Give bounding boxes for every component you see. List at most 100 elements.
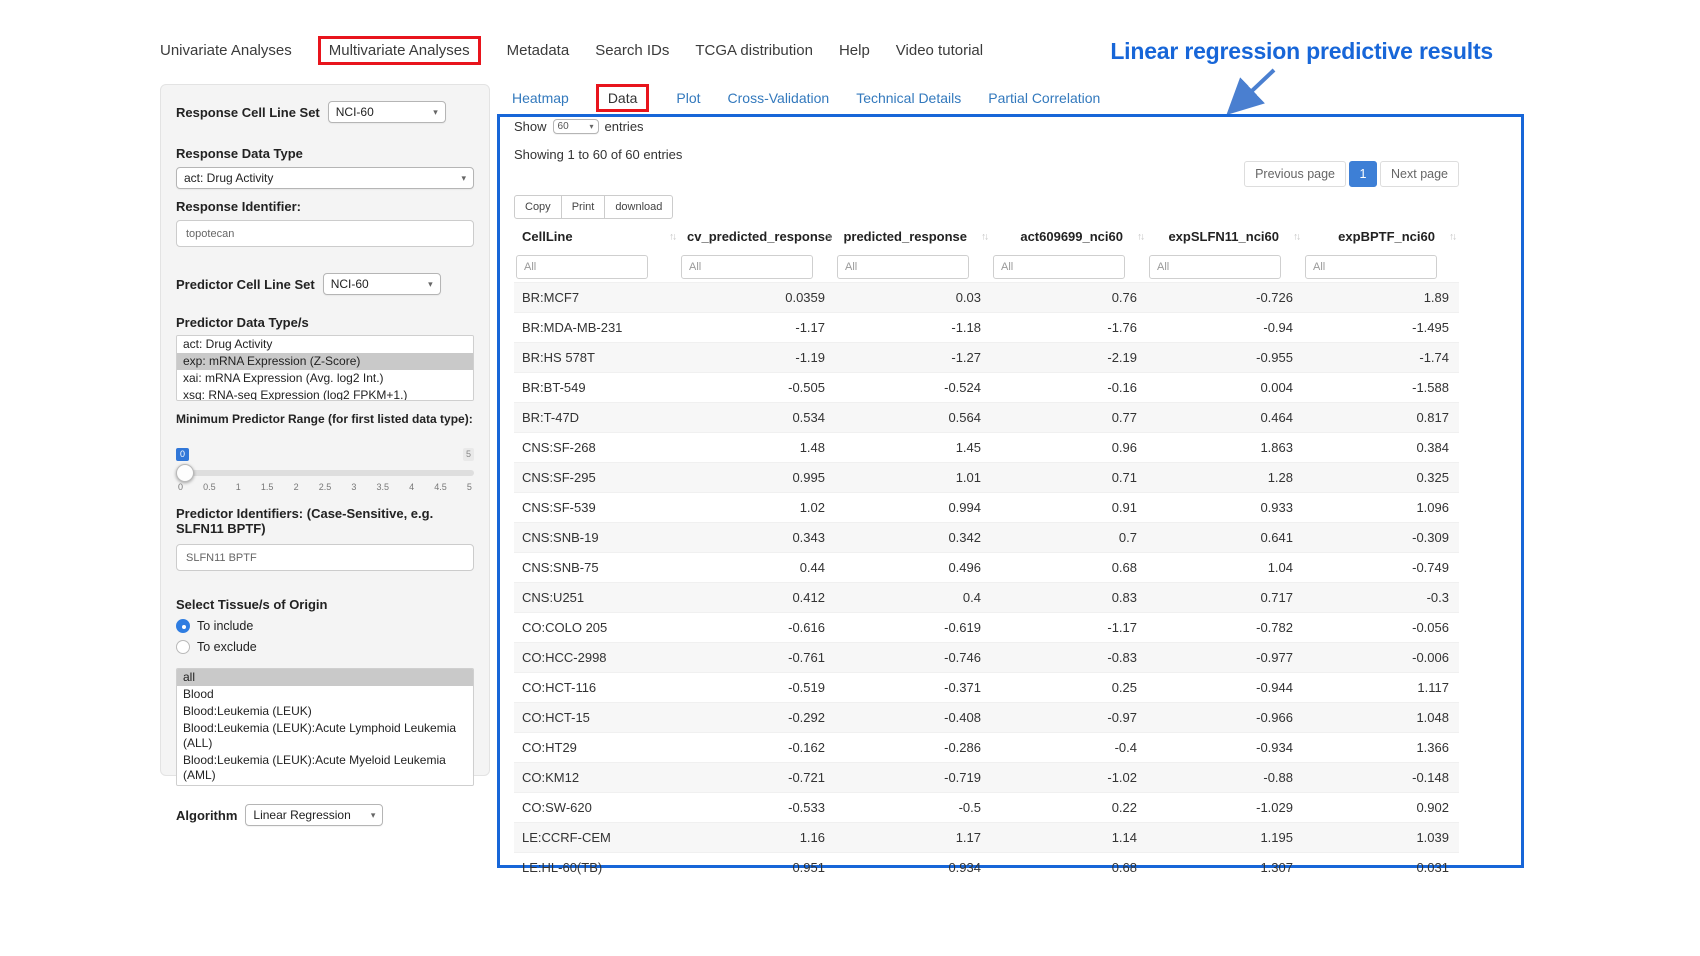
column-header-label: predicted_response (843, 229, 967, 244)
response-identifier-input[interactable] (176, 220, 474, 247)
column-header-predicted-response[interactable]: predicted_response↑↓ (835, 221, 991, 252)
cellline-cell: CO:HCT-116 (514, 673, 679, 703)
value-cell: 1.048 (1303, 703, 1459, 733)
value-cell: -0.292 (679, 703, 835, 733)
table-row: CO:KM12-0.721-0.719-1.02-0.88-0.148 (514, 763, 1459, 793)
value-cell: -0.408 (835, 703, 991, 733)
value-cell: -1.029 (1147, 793, 1303, 823)
app-page: Univariate Analyses Multivariate Analyses… (0, 0, 1700, 956)
value-cell: -0.977 (1147, 643, 1303, 673)
slider-track[interactable] (176, 470, 474, 476)
filter-cell (1147, 252, 1303, 283)
predictor-cell-line-set-select[interactable]: NCI-60 ▾ (323, 273, 441, 295)
cellline-cell: CO:KM12 (514, 763, 679, 793)
tab-data[interactable]: Data (596, 84, 650, 112)
value-cell: -0.749 (1303, 553, 1459, 583)
nav-item-metadata[interactable]: Metadata (507, 42, 570, 59)
response-identifier-label: Response Identifier: (176, 199, 474, 214)
response-data-type-select[interactable]: act: Drug Activity ▾ (176, 167, 474, 189)
value-cell: 1.48 (679, 433, 835, 463)
algorithm-select[interactable]: Linear Regression ▾ (245, 804, 383, 826)
value-cell: -1.19 (679, 343, 835, 373)
nav-item-tcga-distribution[interactable]: TCGA distribution (695, 42, 813, 59)
previous-page-button[interactable]: Previous page (1244, 161, 1346, 187)
sidebar-panel: Response Cell Line Set NCI-60 ▾ Response… (160, 84, 490, 776)
nav-item-search-ids[interactable]: Search IDs (595, 42, 669, 59)
filter-input-expbptf-nci60[interactable] (1305, 255, 1437, 279)
print-button[interactable]: Print (561, 195, 606, 219)
option-exp-mrna-expression-z-score[interactable]: exp: mRNA Expression (Z-Score) (177, 353, 473, 370)
value-cell: -0.519 (679, 673, 835, 703)
option-act-drug-activity[interactable]: act: Drug Activity (177, 336, 473, 353)
radio-icon (176, 619, 190, 633)
option-blood[interactable]: Blood (177, 686, 473, 703)
slider-handle[interactable] (176, 464, 194, 482)
value-cell: 1.14 (991, 823, 1147, 853)
value-cell: -1.76 (991, 313, 1147, 343)
value-cell: -0.94 (1147, 313, 1303, 343)
column-header-cv-predicted-response[interactable]: cv_predicted_response↑↓ (679, 221, 835, 252)
next-page-button[interactable]: Next page (1380, 161, 1459, 187)
value-cell: 0.951 (679, 853, 835, 883)
selected-value: Linear Regression (253, 808, 350, 822)
tab-heatmap[interactable]: Heatmap (512, 90, 569, 106)
option-blood-leukemia-leuk-acute-myeloid-leukemia-aml[interactable]: Blood:Leukemia (LEUK):Acute Myeloid Leuk… (177, 752, 473, 784)
table-row: LE:CCRF-CEM1.161.171.141.1951.039 (514, 823, 1459, 853)
filter-input-predicted-response[interactable] (837, 255, 969, 279)
value-cell: 0.641 (1147, 523, 1303, 553)
cellline-cell: CNS:U251 (514, 583, 679, 613)
value-cell: 1.04 (1147, 553, 1303, 583)
value-cell: 0.25 (991, 673, 1147, 703)
predictor-identifiers-input[interactable] (176, 544, 474, 571)
response-cell-line-set-select[interactable]: NCI-60 ▾ (328, 101, 446, 123)
tab-technical-details[interactable]: Technical Details (856, 90, 961, 106)
show-entries-select[interactable]: 60 ▾ (553, 119, 599, 134)
nav-item-help[interactable]: Help (839, 42, 870, 59)
value-cell: 0.464 (1147, 403, 1303, 433)
filter-input-expslfn11-nci60[interactable] (1149, 255, 1281, 279)
option-xsq-rna-seq-expression-log2-fpkm-1[interactable]: xsq: RNA-seq Expression (log2 FPKM+1.) (177, 387, 473, 401)
cellline-cell: BR:MDA-MB-231 (514, 313, 679, 343)
value-cell: -0.533 (679, 793, 835, 823)
column-header-cellline[interactable]: CellLine↑↓ (514, 221, 679, 252)
filter-input-cellline[interactable] (516, 255, 648, 279)
table-row: CNS:SNB-190.3430.3420.70.641-0.309 (514, 523, 1459, 553)
option-xai-mrna-expression-avg-log2-int[interactable]: xai: mRNA Expression (Avg. log2 Int.) (177, 370, 473, 387)
tab-partial-correlation[interactable]: Partial Correlation (988, 90, 1100, 106)
value-cell: 1.366 (1303, 733, 1459, 763)
radio-to-include[interactable]: To include (176, 619, 474, 633)
radio-label: To exclude (197, 640, 257, 654)
option-blood-leukemia-leuk[interactable]: Blood:Leukemia (LEUK) (177, 703, 473, 720)
option-blood-leukemia-leuk-chronic-myelogenous-leukemia-cml[interactable]: Blood:Leukemia (LEUK):Chronic Myelogenou… (177, 784, 473, 786)
filter-input-cv-predicted-response[interactable] (681, 255, 813, 279)
column-header-act609699-nci60[interactable]: act609699_nci60↑↓ (991, 221, 1147, 252)
table-row: BR:MCF70.03590.030.76-0.7261.89 (514, 283, 1459, 313)
nav-item-multivariate-analyses[interactable]: Multivariate Analyses (318, 36, 481, 65)
nav-item-video-tutorial[interactable]: Video tutorial (896, 42, 983, 59)
tab-plot[interactable]: Plot (676, 90, 700, 106)
value-cell: -0.97 (991, 703, 1147, 733)
option-all[interactable]: all (177, 669, 473, 686)
min-predictor-range-label: Minimum Predictor Range (for first liste… (176, 412, 474, 426)
cellline-cell: CO:HCT-15 (514, 703, 679, 733)
selected-value: NCI-60 (336, 105, 374, 119)
nav-item-univariate-analyses[interactable]: Univariate Analyses (160, 42, 292, 59)
page-number-button[interactable]: 1 (1349, 161, 1377, 187)
column-header-expbptf-nci60[interactable]: expBPTF_nci60↑↓ (1303, 221, 1459, 252)
download-button[interactable]: download (604, 195, 673, 219)
value-cell: -0.782 (1147, 613, 1303, 643)
selected-value: act: Drug Activity (184, 171, 273, 185)
radio-to-exclude[interactable]: To exclude (176, 640, 474, 654)
cellline-cell: CO:COLO 205 (514, 613, 679, 643)
filter-input-act609699-nci60[interactable] (993, 255, 1125, 279)
value-cell: -0.148 (1303, 763, 1459, 793)
column-header-expslfn11-nci60[interactable]: expSLFN11_nci60↑↓ (1147, 221, 1303, 252)
copy-button[interactable]: Copy (514, 195, 562, 219)
tab-cross-validation[interactable]: Cross-Validation (728, 90, 830, 106)
slider-tick-label: 2 (294, 482, 299, 492)
cellline-cell: BR:MCF7 (514, 283, 679, 313)
value-cell: 0.4 (835, 583, 991, 613)
option-blood-leukemia-leuk-acute-lymphoid-leukemia-all[interactable]: Blood:Leukemia (LEUK):Acute Lymphoid Leu… (177, 720, 473, 752)
showing-entries-text: Showing 1 to 60 of 60 entries (514, 147, 1507, 162)
selected-value: NCI-60 (331, 277, 369, 291)
